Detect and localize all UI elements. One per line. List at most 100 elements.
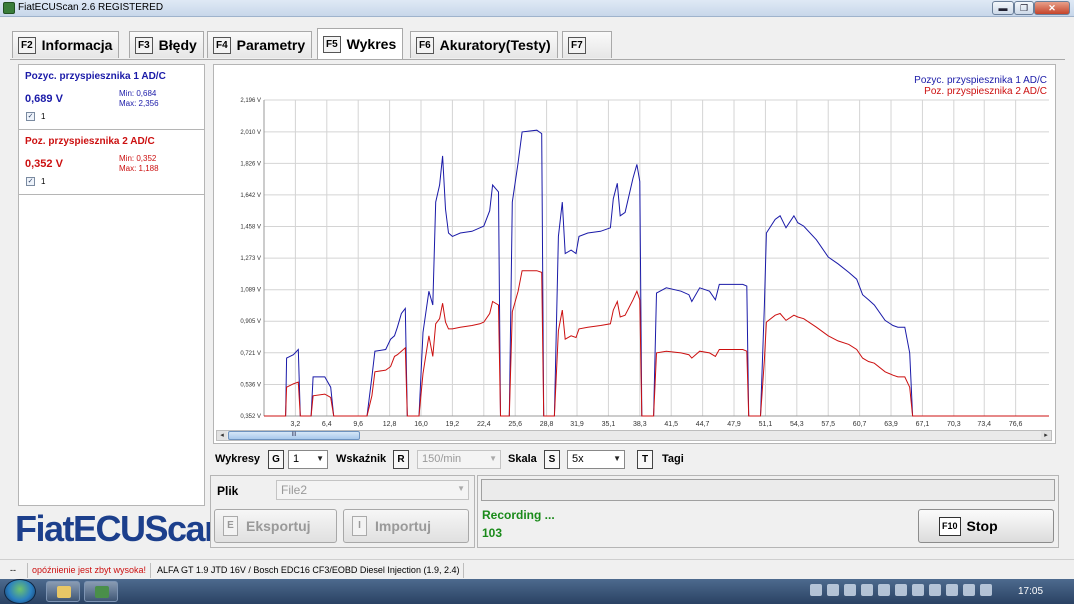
tab-wykres[interactable]: F5 Wykres (317, 28, 404, 59)
tab-key: F6 (416, 36, 434, 54)
tab-informacja[interactable]: F2 Informacja (12, 31, 120, 58)
export-button[interactable]: E Eksportuj (214, 509, 337, 543)
legend-entry-1: Pozyc. przyspiesznika 1 AD/C (914, 75, 1047, 86)
x-tick-label: 60,7 (853, 421, 867, 428)
start-button[interactable] (4, 579, 36, 604)
tab-key: F2 (18, 36, 36, 54)
x-tick-label: 47,9 (727, 421, 741, 428)
import-key: I (352, 516, 367, 536)
tray-icon[interactable] (929, 584, 941, 596)
status-bar: -- opóźnienie jest zbyt wysoka! ALFA GT … (0, 559, 1074, 579)
tray-icon[interactable] (946, 584, 958, 596)
taskbar-fiatecuscan[interactable] (84, 581, 118, 602)
y-tick-label: 0,352 V (240, 414, 261, 420)
sensor-min: Min: 0,352 (119, 154, 157, 163)
sensor-max: Max: 1,188 (119, 164, 159, 173)
folder-icon (57, 586, 71, 598)
stop-key: F10 (939, 516, 961, 536)
recording-status: Recording ... (482, 508, 555, 522)
system-tray (810, 584, 992, 600)
wskaznik-key[interactable]: R (393, 450, 409, 469)
stop-button[interactable]: F10 Stop (918, 509, 1054, 543)
tray-icon[interactable] (963, 584, 975, 596)
wskaznik-select[interactable]: 150/min ▼ (417, 450, 501, 469)
scroll-right-arrow[interactable]: ▸ (1041, 431, 1051, 440)
skala-select[interactable]: 5x ▼ (567, 450, 625, 469)
sensor-max: Max: 2,356 (119, 99, 159, 108)
tray-icon[interactable] (844, 584, 856, 596)
tab-key: F5 (323, 35, 341, 53)
x-tick-label: 38,3 (633, 421, 647, 428)
x-tick-label: 44,7 (696, 421, 710, 428)
wykresy-select[interactable]: 1 ▼ (288, 450, 328, 469)
skala-label: Skala (508, 453, 537, 465)
tray-icon[interactable] (827, 584, 839, 596)
stop-label: Stop (966, 518, 998, 534)
x-tick-label: 51,1 (759, 421, 773, 428)
status-warning: opóźnienie jest zbyt wysoka! (28, 563, 152, 578)
tray-icon[interactable] (895, 584, 907, 596)
x-tick-label: 28,8 (540, 421, 554, 428)
chart-scrollbar[interactable]: ◂ III ▸ (216, 430, 1052, 441)
close-button[interactable]: ✕ (1034, 1, 1070, 15)
import-button[interactable]: I Importuj (343, 509, 469, 543)
file-select[interactable]: File2 ▼ (276, 480, 469, 500)
tray-icon[interactable] (878, 584, 890, 596)
sensor-checkbox-label: 1 (41, 112, 46, 121)
restore-button[interactable]: ❐ (1014, 1, 1034, 15)
window-title: FiatECUScan 2.6 REGISTERED (18, 2, 164, 13)
y-tick-label: 0,536 V (240, 382, 261, 388)
status-vehicle: ALFA GT 1.9 JTD 16V / Bosch EDC16 CF3/EO… (153, 563, 465, 578)
sensor-checkbox[interactable]: ✓ (26, 112, 35, 121)
sensor-checkbox[interactable]: ✓ (26, 177, 35, 186)
tray-icon[interactable] (810, 584, 822, 596)
tab-f7[interactable]: F7 (562, 31, 612, 58)
app-icon (95, 586, 109, 598)
x-tick-label: 35,1 (602, 421, 616, 428)
y-tick-label: 1,089 V (240, 288, 261, 294)
x-tick-label: 16,0 (414, 421, 428, 428)
app-icon (3, 2, 15, 14)
chevron-down-icon: ▼ (316, 454, 324, 463)
sensor-name: Pozyc. przyspiesznika 1 AD/C (25, 71, 166, 82)
wykresy-value: 1 (293, 453, 300, 465)
tray-icon[interactable] (912, 584, 924, 596)
app-logo: FiatECUScan (15, 508, 226, 549)
sensor-item-1[interactable]: Pozyc. przyspiesznika 1 AD/C 0,689 V Min… (19, 65, 204, 130)
os-taskbar: 17:05 (0, 579, 1074, 604)
chevron-down-icon: ▼ (489, 454, 497, 463)
taskbar-explorer[interactable] (46, 581, 80, 602)
tagi-key[interactable]: T (637, 450, 653, 469)
tab-key: F4 (213, 36, 231, 54)
tab-label: Informacja (41, 37, 113, 53)
x-tick-label: 70,3 (947, 421, 961, 428)
tray-icon[interactable] (861, 584, 873, 596)
sensor-item-2[interactable]: Poz. przyspiesznika 2 AD/C 0,352 V Min: … (19, 130, 204, 195)
tagi-label: Tagi (662, 453, 684, 465)
x-tick-label: 12,8 (383, 421, 397, 428)
recording-count: 103 (482, 526, 503, 540)
x-tick-label: 63,9 (884, 421, 898, 428)
sensor-checkbox-label: 1 (41, 177, 46, 186)
volume-icon[interactable] (980, 584, 992, 596)
taskbar-clock: 17:05 (1018, 586, 1044, 597)
y-tick-label: 1,273 V (240, 256, 261, 262)
scroll-thumb[interactable]: III (228, 431, 360, 440)
y-tick-label: 1,826 V (240, 161, 261, 167)
recording-progress-bar (481, 479, 1055, 501)
import-label: Importuj (375, 518, 431, 534)
wskaznik-label: Wskaźnik (336, 453, 387, 465)
export-key: E (223, 516, 238, 536)
tab-parametry[interactable]: F4 Parametry (207, 31, 313, 58)
minimize-button[interactable]: ▬ (992, 1, 1014, 15)
app-window: FiatECUScan 2.6 REGISTERED ▬ ❐ ✕ F2 Info… (0, 0, 1074, 604)
wskaznik-value: 150/min (422, 453, 462, 465)
wykresy-key[interactable]: G (268, 450, 284, 469)
y-tick-label: 2,010 V (240, 130, 261, 136)
tab-akuratory[interactable]: F6 Akuratory(Testy) (410, 31, 558, 58)
tab-bledy[interactable]: F3 Błędy (129, 31, 204, 58)
scroll-left-arrow[interactable]: ◂ (217, 431, 227, 440)
x-tick-label: 25,6 (508, 421, 522, 428)
chart-panel: 0,352 V 0,536 V 0,721 V 0,905 V 1,089 V 1,273… (213, 64, 1056, 444)
skala-key[interactable]: S (544, 450, 560, 469)
